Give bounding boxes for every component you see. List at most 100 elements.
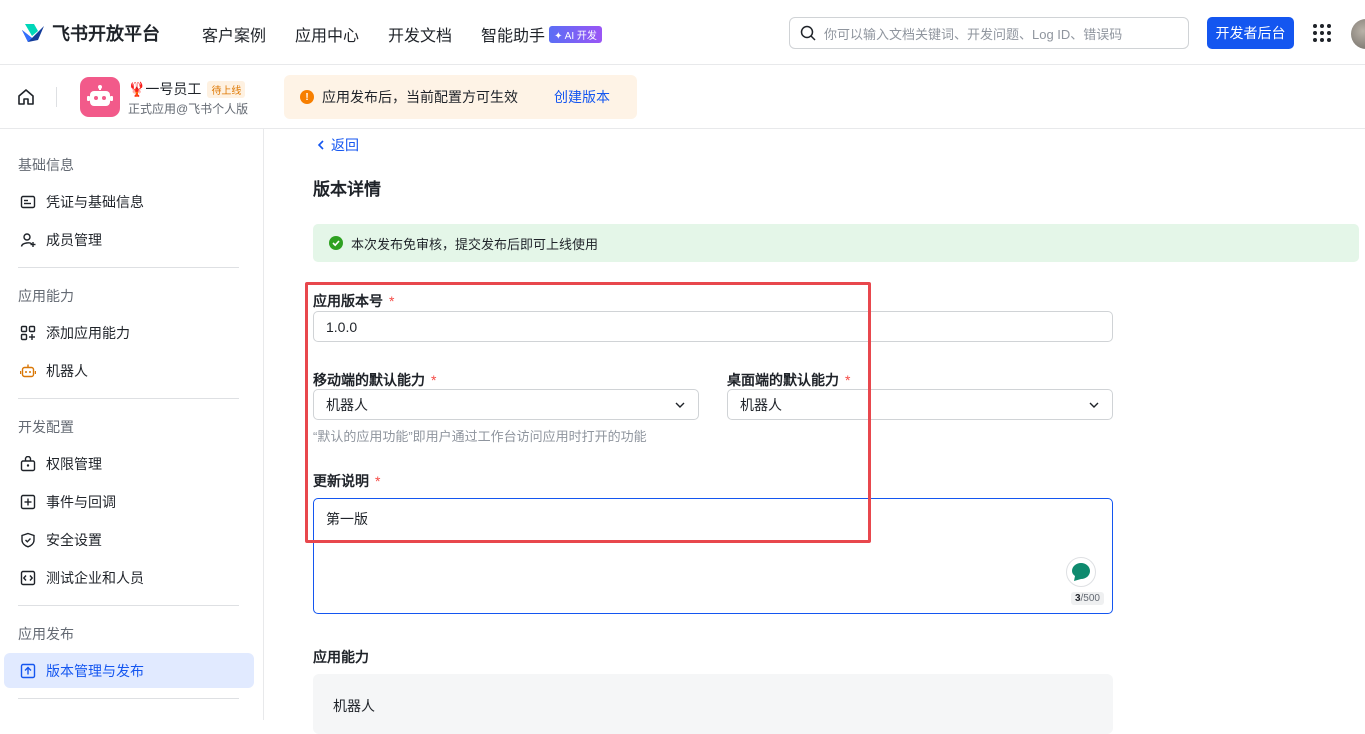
sidebar-item-add-capability[interactable]: 添加应用能力: [4, 315, 254, 350]
success-text: 本次发布免审核，提交发布后即可上线使用: [351, 236, 599, 252]
sidebar-item-label: 凭证与基础信息: [46, 193, 144, 210]
plus-square-icon: [20, 494, 36, 509]
shield-icon: [21, 532, 35, 548]
version-number-label: 应用版本号 *: [313, 291, 394, 311]
sidebar-item-events[interactable]: 事件与回调: [4, 484, 254, 519]
sidebar-item-credentials[interactable]: 凭证与基础信息: [4, 184, 254, 219]
feishu-logo[interactable]: 飞书开放平台: [20, 20, 160, 46]
publish-notice: ! 应用发布后，当前配置方可生效 创建版本: [284, 75, 637, 119]
platform-name: 飞书开放平台: [52, 24, 160, 44]
developer-console-button[interactable]: 开发者后台: [1207, 17, 1294, 49]
mobile-default-label: 移动端的默认能力 *: [313, 370, 436, 390]
app-subtitle: 正式应用@飞书个人版: [128, 102, 249, 116]
chevron-down-icon: [675, 402, 685, 408]
nav-customer-cases[interactable]: 客户案例: [202, 22, 266, 46]
sidebar-item-permissions[interactable]: 权限管理: [4, 446, 254, 481]
char-max: /500: [1080, 593, 1100, 604]
sidebar-item-label: 版本管理与发布: [46, 662, 144, 679]
char-counter: 3/500: [1070, 592, 1104, 605]
mobile-default-label-text: 移动端的默认能力: [313, 372, 425, 388]
capability-item: 机器人: [333, 698, 375, 714]
sidebar-item-test-users[interactable]: 测试企业和人员: [4, 560, 254, 595]
sidebar-item-label: 测试企业和人员: [46, 569, 144, 586]
capability-card: 机器人: [313, 674, 1113, 734]
app-name-row: 🦞一号员工 待上线: [128, 79, 246, 99]
top-navbar: 飞书开放平台 客户案例 应用中心 开发文档 智能助手 ✦ AI 开发 你可以输入文…: [0, 0, 1365, 65]
sidebar-item-label: 安全设置: [46, 531, 102, 548]
app-grid-icon[interactable]: [1313, 24, 1331, 42]
ai-assist-icon[interactable]: [1066, 557, 1096, 587]
upload-square-icon: [20, 663, 36, 678]
feishu-logo-icon: [22, 24, 44, 42]
nav-smart-assistant-label: 智能助手: [481, 28, 546, 45]
sidebar-item-members[interactable]: 成员管理: [4, 222, 254, 257]
sidebar-section-dev-config: 开发配置: [18, 419, 74, 435]
release-notes-label: 更新说明 *: [313, 471, 380, 491]
sidebar-item-label: 事件与回调: [46, 493, 116, 510]
search-icon: [800, 25, 816, 41]
app-capability-heading: 应用能力: [313, 649, 369, 665]
desktop-default-label-text: 桌面端的默认能力: [727, 372, 839, 388]
version-number-value: 1.0.0: [326, 318, 358, 335]
mobile-default-select[interactable]: 机器人: [313, 389, 699, 420]
back-label: 返回: [331, 137, 359, 153]
release-notes-textarea[interactable]: 第一版 3/500: [313, 498, 1113, 614]
required-mark: *: [431, 372, 437, 388]
required-mark: *: [389, 293, 395, 309]
divider: [18, 398, 239, 399]
robot-avatar-icon: [87, 85, 113, 106]
ai-badge: ✦ AI 开发: [549, 26, 602, 43]
divider: [18, 605, 239, 606]
release-notes-value: 第一版: [326, 511, 368, 527]
sidebar-item-robot[interactable]: 机器人: [4, 353, 254, 388]
sidebar-section-capabilities: 应用能力: [18, 288, 74, 304]
add-member-icon: [20, 232, 36, 247]
nav-smart-assistant[interactable]: 智能助手 ✦ AI 开发: [481, 22, 602, 46]
app-avatar: [80, 77, 120, 117]
nav-dev-docs[interactable]: 开发文档: [388, 22, 452, 46]
release-notes-label-text: 更新说明: [313, 473, 369, 489]
chevron-down-icon: [1089, 402, 1099, 408]
desktop-default-select[interactable]: 机器人: [727, 389, 1113, 420]
app-name: 🦞一号员工: [128, 81, 202, 97]
apps-add-icon: [20, 325, 36, 340]
lock-bag-icon: [20, 455, 36, 471]
check-circle-icon: [329, 236, 343, 250]
version-detail-panel: 返回 版本详情 本次发布免审核，提交发布后即可上线使用 应用版本号 * 1.0.0…: [265, 129, 1365, 734]
search-input[interactable]: 你可以输入文档关键词、开发问题、Log ID、错误码: [789, 17, 1189, 49]
sidebar-item-label: 机器人: [46, 362, 88, 379]
main-nav: 客户案例 应用中心 开发文档 智能助手 ✦ AI 开发: [202, 22, 602, 46]
divider: [56, 87, 57, 107]
nav-app-center[interactable]: 应用中心: [295, 22, 359, 46]
app-header: 🦞一号员工 待上线 正式应用@飞书个人版 ! 应用发布后，当前配置方可生效 创建…: [0, 65, 1365, 129]
desktop-default-label: 桌面端的默认能力 *: [727, 370, 850, 390]
success-banner: 本次发布免审核，提交发布后即可上线使用: [313, 224, 1359, 262]
sidebar-item-label: 成员管理: [46, 231, 102, 248]
version-number-label-text: 应用版本号: [313, 293, 383, 309]
required-mark: *: [845, 372, 851, 388]
back-link[interactable]: 返回: [315, 135, 359, 155]
mobile-default-value: 机器人: [326, 396, 368, 413]
chevron-left-icon: [317, 140, 324, 150]
notice-text: 应用发布后，当前配置方可生效: [322, 89, 518, 105]
sidebar-item-version-publish[interactable]: 版本管理与发布: [4, 653, 254, 688]
user-avatar[interactable]: [1351, 19, 1365, 49]
create-version-link[interactable]: 创建版本: [554, 87, 610, 107]
sidebar: 基础信息 凭证与基础信息 成员管理 应用能力 添加应用能力 机器人 开发配置 权…: [0, 129, 264, 720]
page-title: 版本详情: [313, 180, 381, 199]
sidebar-section-basic: 基础信息: [18, 157, 74, 173]
version-number-input[interactable]: 1.0.0: [313, 311, 1113, 342]
sidebar-item-label: 添加应用能力: [46, 324, 130, 341]
warning-icon: !: [300, 90, 314, 104]
divider: [18, 698, 239, 699]
desktop-default-value: 机器人: [740, 396, 782, 413]
default-capability-hint: “默认的应用功能”即用户通过工作台访问应用时打开的功能: [313, 429, 647, 444]
sidebar-item-label: 权限管理: [46, 455, 102, 472]
search-placeholder: 你可以输入文档关键词、开发问题、Log ID、错误码: [824, 26, 1123, 42]
sidebar-item-security[interactable]: 安全设置: [4, 522, 254, 557]
sidebar-section-publish: 应用发布: [18, 626, 74, 642]
robot-icon: [20, 364, 36, 377]
divider: [18, 267, 239, 268]
home-icon[interactable]: [16, 87, 36, 107]
required-mark: *: [375, 473, 381, 489]
